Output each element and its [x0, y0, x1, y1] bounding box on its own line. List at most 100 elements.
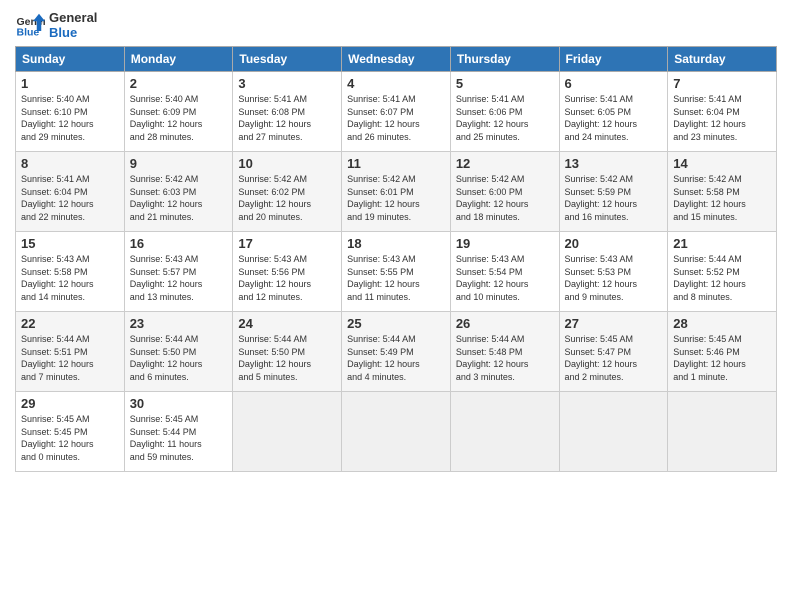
day-number: 20: [565, 236, 663, 251]
col-header-tuesday: Tuesday: [233, 47, 342, 72]
calendar-cell: 13 Sunrise: 5:42 AM Sunset: 5:59 PM Dayli…: [559, 152, 668, 232]
calendar-cell: 1 Sunrise: 5:40 AM Sunset: 6:10 PM Daylig…: [16, 72, 125, 152]
day-number: 9: [130, 156, 228, 171]
calendar-cell: 20 Sunrise: 5:43 AM Sunset: 5:53 PM Dayli…: [559, 232, 668, 312]
day-info: Sunrise: 5:44 AM Sunset: 5:50 PM Dayligh…: [130, 333, 228, 383]
col-header-monday: Monday: [124, 47, 233, 72]
calendar-cell: 4 Sunrise: 5:41 AM Sunset: 6:07 PM Daylig…: [342, 72, 451, 152]
calendar-cell: [559, 392, 668, 472]
day-number: 4: [347, 76, 445, 91]
calendar-cell: [233, 392, 342, 472]
col-header-sunday: Sunday: [16, 47, 125, 72]
day-number: 19: [456, 236, 554, 251]
calendar-row-3: 22Sunrise: 5:44 AM Sunset: 5:51 PM Dayli…: [16, 312, 777, 392]
logo-icon: General Blue: [15, 10, 45, 40]
day-number: 27: [565, 316, 663, 331]
day-number: 25: [347, 316, 445, 331]
calendar-cell: 7 Sunrise: 5:41 AM Sunset: 6:04 PM Daylig…: [668, 72, 777, 152]
day-number: 13: [565, 156, 663, 171]
calendar-cell: 23 Sunrise: 5:44 AM Sunset: 5:50 PM Dayli…: [124, 312, 233, 392]
calendar-cell: 21 Sunrise: 5:44 AM Sunset: 5:52 PM Dayli…: [668, 232, 777, 312]
day-info: Sunrise: 5:43 AM Sunset: 5:54 PM Dayligh…: [456, 253, 554, 303]
day-number: 29: [21, 396, 119, 411]
day-info: Sunrise: 5:40 AM Sunset: 6:09 PM Dayligh…: [130, 93, 228, 143]
day-info: Sunrise: 5:41 AM Sunset: 6:06 PM Dayligh…: [456, 93, 554, 143]
day-info: Sunrise: 5:41 AM Sunset: 6:08 PM Dayligh…: [238, 93, 336, 143]
day-number: 26: [456, 316, 554, 331]
day-info: Sunrise: 5:43 AM Sunset: 5:56 PM Dayligh…: [238, 253, 336, 303]
calendar-cell: 26Sunrise: 5:44 AM Sunset: 5:48 PM Dayli…: [450, 312, 559, 392]
day-number: 15: [21, 236, 119, 251]
day-info: Sunrise: 5:40 AM Sunset: 6:10 PM Dayligh…: [21, 93, 119, 143]
calendar-row-2: 15 Sunrise: 5:43 AM Sunset: 5:58 PM Dayli…: [16, 232, 777, 312]
calendar-cell: 24Sunrise: 5:44 AM Sunset: 5:50 PM Dayli…: [233, 312, 342, 392]
day-number: 28: [673, 316, 771, 331]
day-info: Sunrise: 5:43 AM Sunset: 5:53 PM Dayligh…: [565, 253, 663, 303]
day-number: 14: [673, 156, 771, 171]
day-number: 21: [673, 236, 771, 251]
day-info: Sunrise: 5:43 AM Sunset: 5:55 PM Dayligh…: [347, 253, 445, 303]
day-info: Sunrise: 5:41 AM Sunset: 6:07 PM Dayligh…: [347, 93, 445, 143]
col-header-friday: Friday: [559, 47, 668, 72]
calendar-cell: 30 Sunrise: 5:45 AM Sunset: 5:44 PM Dayli…: [124, 392, 233, 472]
day-info: Sunrise: 5:42 AM Sunset: 5:59 PM Dayligh…: [565, 173, 663, 223]
calendar-cell: 3 Sunrise: 5:41 AM Sunset: 6:08 PM Daylig…: [233, 72, 342, 152]
calendar-row-4: 29 Sunrise: 5:45 AM Sunset: 5:45 PM Dayli…: [16, 392, 777, 472]
calendar-cell: 8Sunrise: 5:41 AM Sunset: 6:04 PM Daylig…: [16, 152, 125, 232]
day-number: 17: [238, 236, 336, 251]
calendar-cell: 9Sunrise: 5:42 AM Sunset: 6:03 PM Daylig…: [124, 152, 233, 232]
day-number: 18: [347, 236, 445, 251]
calendar-row-0: 1 Sunrise: 5:40 AM Sunset: 6:10 PM Daylig…: [16, 72, 777, 152]
calendar-cell: 16Sunrise: 5:43 AM Sunset: 5:57 PM Dayli…: [124, 232, 233, 312]
calendar-cell: 12Sunrise: 5:42 AM Sunset: 6:00 PM Dayli…: [450, 152, 559, 232]
day-number: 11: [347, 156, 445, 171]
day-number: 30: [130, 396, 228, 411]
day-info: Sunrise: 5:42 AM Sunset: 6:01 PM Dayligh…: [347, 173, 445, 223]
calendar-cell: 25 Sunrise: 5:44 AM Sunset: 5:49 PM Dayli…: [342, 312, 451, 392]
day-info: Sunrise: 5:45 AM Sunset: 5:44 PM Dayligh…: [130, 413, 228, 463]
calendar-cell: 15 Sunrise: 5:43 AM Sunset: 5:58 PM Dayli…: [16, 232, 125, 312]
day-info: Sunrise: 5:44 AM Sunset: 5:49 PM Dayligh…: [347, 333, 445, 383]
calendar-cell: 17 Sunrise: 5:43 AM Sunset: 5:56 PM Dayli…: [233, 232, 342, 312]
col-header-saturday: Saturday: [668, 47, 777, 72]
day-number: 10: [238, 156, 336, 171]
day-info: Sunrise: 5:45 AM Sunset: 5:46 PM Dayligh…: [673, 333, 771, 383]
day-number: 24: [238, 316, 336, 331]
logo-line1: General: [49, 10, 97, 25]
calendar-cell: [342, 392, 451, 472]
day-info: Sunrise: 5:42 AM Sunset: 5:58 PM Dayligh…: [673, 173, 771, 223]
day-info: Sunrise: 5:42 AM Sunset: 6:00 PM Dayligh…: [456, 173, 554, 223]
calendar-cell: 18 Sunrise: 5:43 AM Sunset: 5:55 PM Dayli…: [342, 232, 451, 312]
calendar-cell: [668, 392, 777, 472]
calendar-cell: 11 Sunrise: 5:42 AM Sunset: 6:01 PM Dayli…: [342, 152, 451, 232]
day-info: Sunrise: 5:41 AM Sunset: 6:04 PM Dayligh…: [673, 93, 771, 143]
calendar-row-1: 8Sunrise: 5:41 AM Sunset: 6:04 PM Daylig…: [16, 152, 777, 232]
calendar-cell: 28 Sunrise: 5:45 AM Sunset: 5:46 PM Dayli…: [668, 312, 777, 392]
calendar-cell: 27Sunrise: 5:45 AM Sunset: 5:47 PM Dayli…: [559, 312, 668, 392]
calendar-cell: 22Sunrise: 5:44 AM Sunset: 5:51 PM Dayli…: [16, 312, 125, 392]
calendar-cell: 5 Sunrise: 5:41 AM Sunset: 6:06 PM Daylig…: [450, 72, 559, 152]
day-number: 6: [565, 76, 663, 91]
day-number: 23: [130, 316, 228, 331]
calendar-header-row: SundayMondayTuesdayWednesdayThursdayFrid…: [16, 47, 777, 72]
day-info: Sunrise: 5:45 AM Sunset: 5:45 PM Dayligh…: [21, 413, 119, 463]
day-info: Sunrise: 5:44 AM Sunset: 5:52 PM Dayligh…: [673, 253, 771, 303]
col-header-thursday: Thursday: [450, 47, 559, 72]
calendar-cell: 14 Sunrise: 5:42 AM Sunset: 5:58 PM Dayli…: [668, 152, 777, 232]
day-number: 3: [238, 76, 336, 91]
calendar-cell: 29 Sunrise: 5:45 AM Sunset: 5:45 PM Dayli…: [16, 392, 125, 472]
day-number: 5: [456, 76, 554, 91]
day-number: 1: [21, 76, 119, 91]
day-info: Sunrise: 5:43 AM Sunset: 5:58 PM Dayligh…: [21, 253, 119, 303]
day-info: Sunrise: 5:41 AM Sunset: 6:05 PM Dayligh…: [565, 93, 663, 143]
day-info: Sunrise: 5:43 AM Sunset: 5:57 PM Dayligh…: [130, 253, 228, 303]
header: General Blue General Blue: [15, 10, 777, 40]
day-number: 22: [21, 316, 119, 331]
day-info: Sunrise: 5:41 AM Sunset: 6:04 PM Dayligh…: [21, 173, 119, 223]
col-header-wednesday: Wednesday: [342, 47, 451, 72]
calendar-cell: 19 Sunrise: 5:43 AM Sunset: 5:54 PM Dayli…: [450, 232, 559, 312]
logo: General Blue General Blue: [15, 10, 97, 40]
calendar-cell: 10Sunrise: 5:42 AM Sunset: 6:02 PM Dayli…: [233, 152, 342, 232]
day-number: 7: [673, 76, 771, 91]
calendar-cell: 6 Sunrise: 5:41 AM Sunset: 6:05 PM Daylig…: [559, 72, 668, 152]
